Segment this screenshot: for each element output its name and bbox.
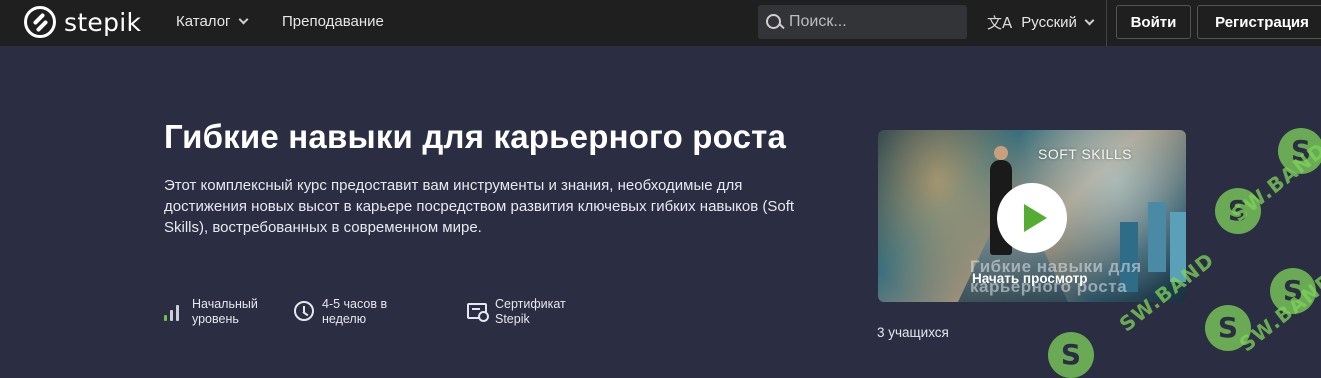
logo-text: stepik xyxy=(64,7,142,37)
register-button[interactable]: Регистрация xyxy=(1197,5,1321,39)
watermark-text: SW.BAND xyxy=(1226,137,1321,227)
watermark-logo-icon xyxy=(1048,332,1094,378)
search-input[interactable] xyxy=(789,13,959,31)
translate-icon: 文A xyxy=(987,14,1013,32)
login-button[interactable]: Войти xyxy=(1116,5,1191,39)
certificate-icon xyxy=(467,303,489,322)
course-description: Этот комплексный курс предоставит вам ин… xyxy=(164,177,795,236)
level-bars-icon xyxy=(164,301,184,321)
search-icon xyxy=(766,13,783,31)
nav-catalog[interactable]: Каталог xyxy=(176,13,248,30)
feature-level-text: Начальный уровень xyxy=(192,297,258,326)
nav-teaching[interactable]: Преподавание xyxy=(282,13,384,30)
language-label: Русский xyxy=(1021,14,1077,31)
course-video-preview[interactable]: SOFT SKILLS Гибкие навыки для карьерного… xyxy=(878,130,1186,302)
search-box[interactable] xyxy=(758,5,967,39)
header-divider xyxy=(1106,0,1107,46)
play-icon[interactable] xyxy=(997,183,1067,253)
video-image-caption: SOFT SKILLS xyxy=(1038,146,1132,162)
feature-certificate: Сертификат Stepik xyxy=(467,297,566,327)
clock-icon xyxy=(294,301,314,321)
feature-duration-text: 4-5 часов в неделю xyxy=(322,297,388,326)
feature-duration: 4-5 часов в неделю xyxy=(294,297,387,327)
chevron-down-icon xyxy=(1084,15,1095,26)
stepik-logo-icon xyxy=(24,6,56,38)
play-label[interactable]: Начать просмотр xyxy=(972,271,1087,286)
top-navbar: stepik Каталог Преподавание 文A Русский В… xyxy=(0,0,1321,46)
course-title: Гибкие навыки для карьерного роста xyxy=(164,118,787,155)
learners-count: 3 учащихся xyxy=(877,325,949,340)
stepik-logo[interactable]: stepik xyxy=(24,6,141,38)
chevron-down-icon xyxy=(238,14,248,25)
feature-level: Начальный уровень xyxy=(164,297,258,327)
language-selector[interactable]: 文A Русский xyxy=(987,12,1095,33)
feature-certificate-text: Сертификат Stepik xyxy=(495,297,566,326)
nav-catalog-label: Каталог xyxy=(176,13,231,30)
nav-teaching-label: Преподавание xyxy=(282,13,384,30)
